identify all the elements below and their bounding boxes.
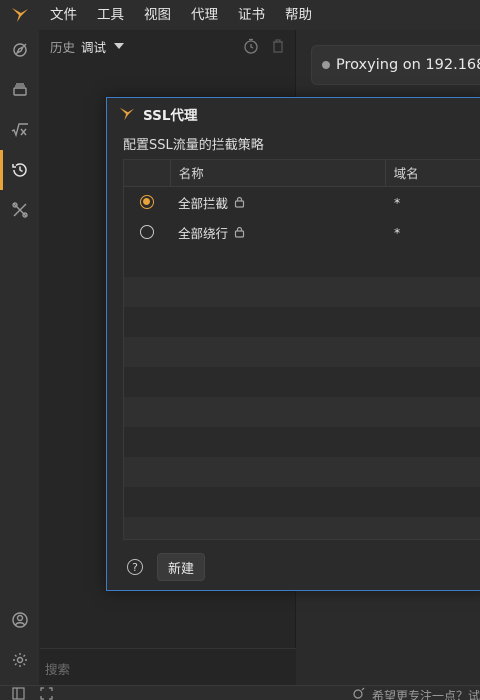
empty-row <box>124 277 480 307</box>
menu-file[interactable]: 文件 <box>40 0 87 30</box>
table-row[interactable]: 全部绕行 * <box>124 217 480 247</box>
menu-bar: 文件 工具 视图 代理 证书 帮助 <box>0 0 480 30</box>
chevron-down-icon[interactable] <box>114 43 125 49</box>
layers-icon[interactable] <box>0 70 40 110</box>
status-dot-icon <box>322 61 330 69</box>
rule-name: 全部绕行 <box>178 225 229 241</box>
table-header: 名称 域名 <box>124 160 480 187</box>
table-row[interactable]: 全部拦截 * <box>124 187 480 217</box>
column-header-domain[interactable]: 域名 <box>384 160 480 186</box>
rule-domain: * <box>394 194 401 210</box>
rule-name: 全部拦截 <box>178 195 229 211</box>
sidebar-toggle-icon[interactable] <box>12 687 25 700</box>
app-logo <box>0 0 40 30</box>
help-icon[interactable]: ? <box>127 559 143 575</box>
activity-rail <box>0 30 40 700</box>
empty-row <box>124 337 480 367</box>
empty-row <box>124 307 480 337</box>
empty-row <box>124 367 480 397</box>
fullscreen-icon[interactable] <box>40 687 53 700</box>
compass-icon[interactable] <box>0 30 40 70</box>
menu-certificate[interactable]: 证书 <box>228 0 275 30</box>
menu-help[interactable]: 帮助 <box>275 0 322 30</box>
clear-timer-icon[interactable] <box>243 38 259 58</box>
column-header-name[interactable]: 名称 <box>169 160 385 186</box>
new-rule-button[interactable]: 新建 <box>157 553 206 581</box>
menu-proxy[interactable]: 代理 <box>181 0 228 30</box>
radio-selected[interactable] <box>140 195 154 209</box>
trash-icon[interactable] <box>271 38 285 58</box>
dialog-title-bar: SSL代理 <box>107 98 480 130</box>
history-label: 历史 <box>50 39 76 55</box>
dialog-subtitle: 配置SSL流量的拦截策略 <box>123 138 264 153</box>
search-input[interactable]: 搜索 <box>40 648 296 685</box>
tools-icon[interactable] <box>0 190 40 230</box>
focus-tip-text[interactable]: 希望更专注一点？试 <box>372 687 480 700</box>
app-logo-icon <box>119 107 135 121</box>
menu-view[interactable]: 视图 <box>134 0 181 30</box>
account-icon[interactable] <box>0 600 40 640</box>
ssl-proxy-dialog: SSL代理 配置SSL流量的拦截策略 名称 域名 全部拦截 * 全部绕行 * ?… <box>106 97 480 591</box>
proxy-status-pill[interactable]: Proxying on 192.168. <box>311 45 480 85</box>
dialog-title: SSL代理 <box>143 108 198 124</box>
menu-tools[interactable]: 工具 <box>87 0 134 30</box>
status-bar: 希望更专注一点？试 <box>0 685 480 700</box>
empty-row <box>124 247 480 277</box>
focus-tip-icon <box>352 687 366 700</box>
settings-icon[interactable] <box>0 640 40 680</box>
history-icon[interactable] <box>0 150 40 190</box>
lock-icon <box>234 196 245 208</box>
empty-row <box>124 487 480 517</box>
column-header-select <box>124 160 170 186</box>
empty-row <box>124 457 480 487</box>
history-filter-select[interactable]: 调试 <box>81 37 106 56</box>
empty-row <box>124 427 480 457</box>
dialog-footer: ? 新建 <box>107 544 480 590</box>
empty-row <box>124 517 480 539</box>
proxy-status-text: Proxying on 192.168. <box>336 57 480 73</box>
history-panel-tools <box>243 38 285 58</box>
rule-domain: * <box>394 224 401 240</box>
ssl-rules-table: 名称 域名 全部拦截 * 全部绕行 * <box>123 159 480 540</box>
sqrt-x-icon[interactable] <box>0 110 40 150</box>
lock-icon <box>234 226 245 238</box>
empty-row <box>124 397 480 427</box>
radio-unselected[interactable] <box>140 225 154 239</box>
